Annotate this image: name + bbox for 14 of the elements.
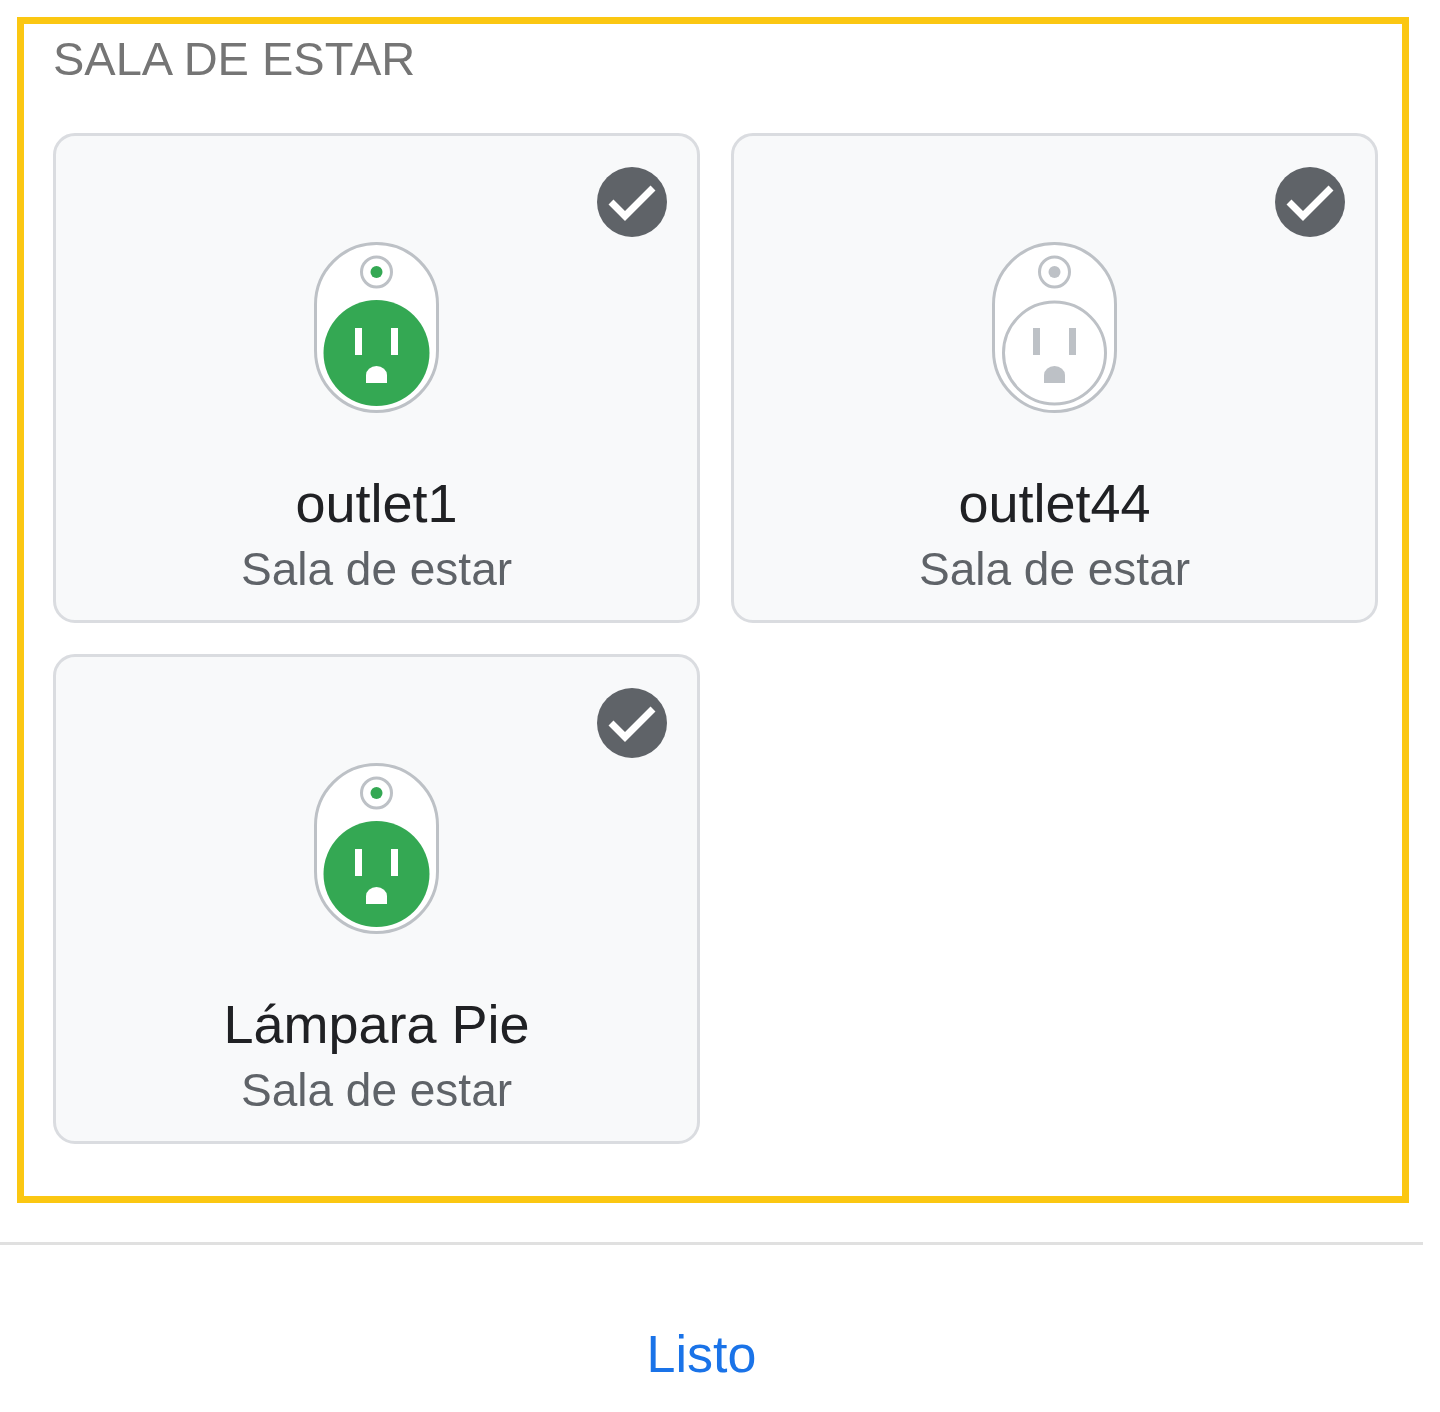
section-heading: SALA DE ESTAR [53,35,416,82]
device-name: outlet44 [958,472,1151,535]
device-room: Sala de estar [240,1064,513,1117]
device-card[interactable]: Lámpara Pie Sala de estar [53,654,700,1144]
device-name: outlet1 [295,472,458,535]
check-circle-icon[interactable] [1275,167,1345,237]
check-circle-icon[interactable] [597,167,667,237]
check-circle-icon[interactable] [597,688,667,758]
device-room: Sala de estar [918,543,1191,596]
device-card[interactable]: outlet1 Sala de estar [53,133,700,623]
device-room: Sala de estar [240,543,513,596]
done-button[interactable]: Listo [622,1317,781,1393]
device-name: Lámpara Pie [223,993,530,1056]
device-card[interactable]: outlet44 Sala de estar [731,133,1378,623]
